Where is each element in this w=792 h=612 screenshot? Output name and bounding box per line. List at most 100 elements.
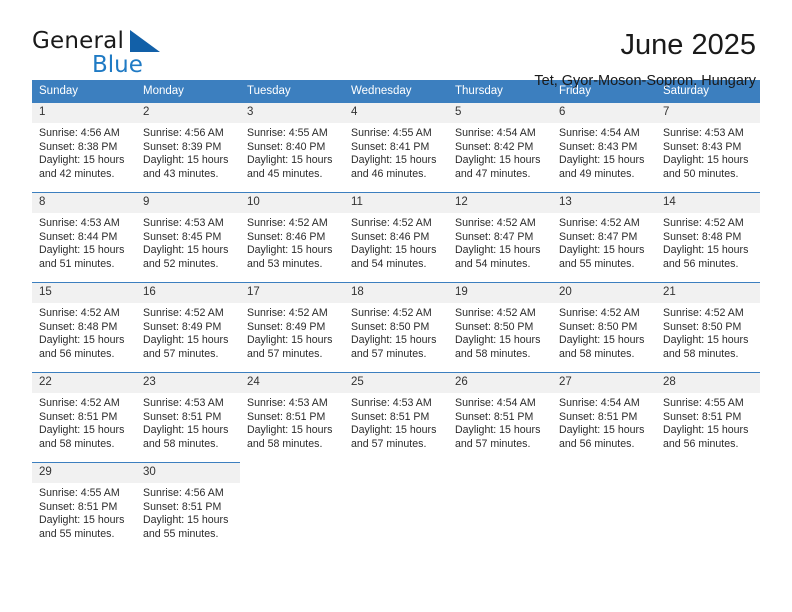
daylight-text-line1: Daylight: 15 hours [143,424,229,437]
day-cell-inner: 15 Sunrise: 4:52 AM Sunset: 8:48 PM Dayligh… [32,283,136,372]
calendar-day-cell[interactable]: 24 Sunrise: 4:53 AM Sunset: 8:51 PM Dayligh… [240,372,344,463]
day-number: 4 [344,103,448,123]
daylight-text-line2: and 45 minutes. [247,167,323,180]
day-cell-inner: 19 Sunrise: 4:52 AM Sunset: 8:50 PM Dayligh… [448,283,552,372]
sunrise-text: Sunrise: 4:54 AM [455,397,536,409]
calendar-day-cell[interactable]: 23 Sunrise: 4:53 AM Sunset: 8:51 PM Dayligh… [136,372,240,463]
calendar-day-cell[interactable]: 3 Sunrise: 4:55 AM Sunset: 8:40 PM Daylight… [240,102,344,193]
day-cell-inner: 4 Sunrise: 4:55 AM Sunset: 8:41 PM Daylight… [344,103,448,192]
sunrise-text: Sunrise: 4:53 AM [143,217,224,229]
page-header: General Blue June 2025 Tet, Gyor-Moson-S… [32,0,760,89]
title-block: June 2025 Tet, Gyor-Moson-Sopron, Hungar… [534,28,760,91]
calendar-day-cell[interactable]: 27 Sunrise: 4:54 AM Sunset: 8:51 PM Dayligh… [552,372,656,463]
calendar-day-cell[interactable]: 28 Sunrise: 4:55 AM Sunset: 8:51 PM Dayligh… [656,372,760,463]
sunrise-text: Sunrise: 4:52 AM [39,397,120,409]
daylight-text-line1: Daylight: 15 hours [143,154,229,167]
day-number: 25 [344,373,448,393]
sunrise-text: Sunrise: 4:53 AM [143,397,224,409]
sunset-text: Sunset: 8:51 PM [663,410,742,423]
sunset-text: Sunset: 8:51 PM [39,410,118,423]
calendar-day-cell[interactable]: 4 Sunrise: 4:55 AM Sunset: 8:41 PM Daylight… [344,102,448,193]
daylight-text-line2: and 47 minutes. [455,167,531,180]
day-details: Sunrise: 4:55 AM Sunset: 8:51 PM Daylight:… [656,393,760,451]
daylight-text-line2: and 58 minutes. [455,347,531,360]
daylight-text-line1: Daylight: 15 hours [455,244,541,257]
day-number: 28 [656,373,760,393]
sunset-text: Sunset: 8:46 PM [247,230,326,243]
day-details: Sunrise: 4:54 AM Sunset: 8:43 PM Daylight:… [552,123,656,181]
daylight-text-line2: and 56 minutes. [559,437,635,450]
calendar-week-row: 8 Sunrise: 4:53 AM Sunset: 8:44 PM Daylight… [32,192,760,283]
day-cell-inner: 23 Sunrise: 4:53 AM Sunset: 8:51 PM Dayligh… [136,373,240,462]
day-cell-inner: 3 Sunrise: 4:55 AM Sunset: 8:40 PM Daylight… [240,103,344,192]
brand-name-top: General [32,28,125,54]
sunrise-text: Sunrise: 4:52 AM [247,217,328,229]
calendar-day-cell[interactable]: 25 Sunrise: 4:53 AM Sunset: 8:51 PM Dayligh… [344,372,448,463]
daylight-text-line2: and 54 minutes. [455,257,531,270]
day-details: Sunrise: 4:53 AM Sunset: 8:43 PM Daylight:… [656,123,760,181]
day-details: Sunrise: 4:55 AM Sunset: 8:51 PM Daylight:… [32,483,136,541]
day-number: 7 [656,103,760,123]
calendar-day-cell[interactable]: 5 Sunrise: 4:54 AM Sunset: 8:42 PM Daylight… [448,102,552,193]
calendar-day-cell[interactable]: 30 Sunrise: 4:56 AM Sunset: 8:51 PM Dayligh… [136,462,240,552]
calendar-day-cell[interactable]: 16 Sunrise: 4:52 AM Sunset: 8:49 PM Dayligh… [136,282,240,373]
sunrise-text: Sunrise: 4:52 AM [455,307,536,319]
calendar-day-cell[interactable]: 1 Sunrise: 4:56 AM Sunset: 8:38 PM Daylight… [32,102,136,193]
daylight-text-line2: and 58 minutes. [143,437,219,450]
day-cell-inner: 12 Sunrise: 4:52 AM Sunset: 8:47 PM Dayligh… [448,193,552,282]
day-number: 3 [240,103,344,123]
calendar-day-cell[interactable]: 7 Sunrise: 4:53 AM Sunset: 8:43 PM Daylight… [656,102,760,193]
calendar-day-cell[interactable]: 12 Sunrise: 4:52 AM Sunset: 8:47 PM Dayligh… [448,192,552,283]
calendar-day-cell[interactable]: 2 Sunrise: 4:56 AM Sunset: 8:39 PM Daylight… [136,102,240,193]
calendar-week-row: 15 Sunrise: 4:52 AM Sunset: 8:48 PM Dayligh… [32,282,760,373]
calendar-day-cell[interactable]: 6 Sunrise: 4:54 AM Sunset: 8:43 PM Daylight… [552,102,656,193]
calendar-day-cell[interactable]: 26 Sunrise: 4:54 AM Sunset: 8:51 PM Dayligh… [448,372,552,463]
day-number: 10 [240,193,344,213]
calendar-week-row: 22 Sunrise: 4:52 AM Sunset: 8:51 PM Dayligh… [32,372,760,463]
sunset-text: Sunset: 8:50 PM [351,320,430,333]
daylight-text-line2: and 55 minutes. [39,527,115,540]
day-details: Sunrise: 4:56 AM Sunset: 8:38 PM Daylight:… [32,123,136,181]
day-cell-inner: 18 Sunrise: 4:52 AM Sunset: 8:50 PM Dayligh… [344,283,448,372]
day-number: 21 [656,283,760,303]
calendar-day-cell[interactable]: 15 Sunrise: 4:52 AM Sunset: 8:48 PM Dayligh… [32,282,136,373]
daylight-text-line1: Daylight: 15 hours [39,244,125,257]
calendar-day-cell[interactable]: 18 Sunrise: 4:52 AM Sunset: 8:50 PM Dayligh… [344,282,448,373]
day-details: Sunrise: 4:54 AM Sunset: 8:42 PM Daylight:… [448,123,552,181]
calendar-day-cell[interactable]: 19 Sunrise: 4:52 AM Sunset: 8:50 PM Dayligh… [448,282,552,373]
calendar-day-cell[interactable]: 11 Sunrise: 4:52 AM Sunset: 8:46 PM Dayligh… [344,192,448,283]
sunrise-text: Sunrise: 4:52 AM [559,307,640,319]
day-number: 9 [136,193,240,213]
calendar-day-cell[interactable]: 17 Sunrise: 4:52 AM Sunset: 8:49 PM Dayligh… [240,282,344,373]
day-details: Sunrise: 4:52 AM Sunset: 8:51 PM Daylight:… [32,393,136,451]
day-cell-inner: 9 Sunrise: 4:53 AM Sunset: 8:45 PM Daylight… [136,193,240,282]
daylight-text-line1: Daylight: 15 hours [39,334,125,347]
calendar-day-cell[interactable]: 14 Sunrise: 4:52 AM Sunset: 8:48 PM Dayligh… [656,192,760,283]
daylight-text-line1: Daylight: 15 hours [559,424,645,437]
sunrise-text: Sunrise: 4:53 AM [351,397,432,409]
sunset-text: Sunset: 8:43 PM [559,140,638,153]
calendar-day-cell[interactable]: 22 Sunrise: 4:52 AM Sunset: 8:51 PM Dayligh… [32,372,136,463]
day-details: Sunrise: 4:55 AM Sunset: 8:40 PM Daylight:… [240,123,344,181]
daylight-text-line1: Daylight: 15 hours [559,244,645,257]
daylight-text-line2: and 55 minutes. [143,527,219,540]
sunset-text: Sunset: 8:51 PM [39,500,118,513]
sunrise-text: Sunrise: 4:53 AM [247,397,328,409]
brand-logo[interactable]: General Blue [32,28,192,80]
calendar-day-cell[interactable]: 29 Sunrise: 4:55 AM Sunset: 8:51 PM Dayligh… [32,462,136,552]
calendar-day-cell[interactable]: 10 Sunrise: 4:52 AM Sunset: 8:46 PM Dayligh… [240,192,344,283]
day-details: Sunrise: 4:52 AM Sunset: 8:46 PM Daylight:… [344,213,448,271]
calendar-day-cell[interactable]: 8 Sunrise: 4:53 AM Sunset: 8:44 PM Daylight… [32,192,136,283]
calendar-day-cell[interactable]: 20 Sunrise: 4:52 AM Sunset: 8:50 PM Dayligh… [552,282,656,373]
day-cell-inner: 25 Sunrise: 4:53 AM Sunset: 8:51 PM Dayligh… [344,373,448,462]
day-cell-inner: 22 Sunrise: 4:52 AM Sunset: 8:51 PM Dayligh… [32,373,136,462]
calendar-day-cell[interactable]: 9 Sunrise: 4:53 AM Sunset: 8:45 PM Daylight… [136,192,240,283]
sunrise-text: Sunrise: 4:52 AM [455,217,536,229]
sunset-text: Sunset: 8:51 PM [247,410,326,423]
daylight-text-line2: and 51 minutes. [39,257,115,270]
sunset-text: Sunset: 8:51 PM [351,410,430,423]
calendar-day-cell[interactable]: 13 Sunrise: 4:52 AM Sunset: 8:47 PM Dayligh… [552,192,656,283]
calendar-day-cell[interactable]: 21 Sunrise: 4:52 AM Sunset: 8:50 PM Dayligh… [656,282,760,373]
day-details: Sunrise: 4:52 AM Sunset: 8:49 PM Daylight:… [240,303,344,361]
daylight-text-line1: Daylight: 15 hours [455,154,541,167]
